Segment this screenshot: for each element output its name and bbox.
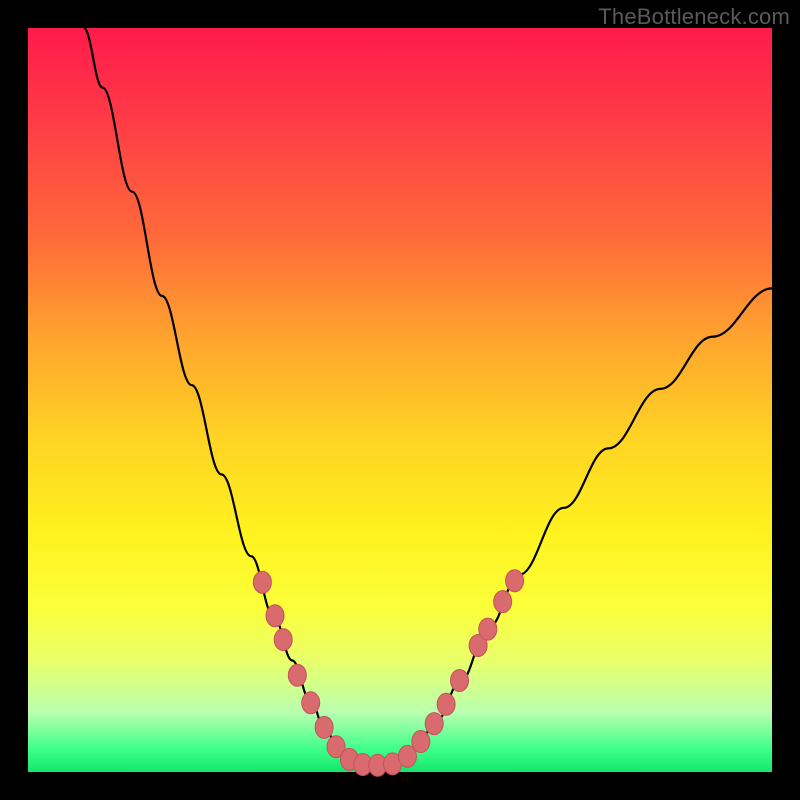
curve-marker [274, 629, 292, 651]
curve-marker [506, 570, 524, 592]
curve-marker [425, 713, 443, 735]
curve-markers [253, 570, 523, 777]
curve-marker [437, 693, 455, 715]
curve-marker [253, 571, 271, 593]
curve-marker [266, 605, 284, 627]
bottleneck-curve [84, 28, 772, 765]
chart-svg [28, 28, 772, 772]
chart-frame: TheBottleneck.com [0, 0, 800, 800]
curve-marker [302, 692, 320, 714]
curve-marker [288, 664, 306, 686]
curve-marker [412, 731, 430, 753]
watermark-text: TheBottleneck.com [598, 4, 790, 30]
curve-marker [451, 669, 469, 691]
plot-area [28, 28, 772, 772]
curve-marker [479, 618, 497, 640]
curve-marker [315, 716, 333, 738]
curve-marker [494, 591, 512, 613]
